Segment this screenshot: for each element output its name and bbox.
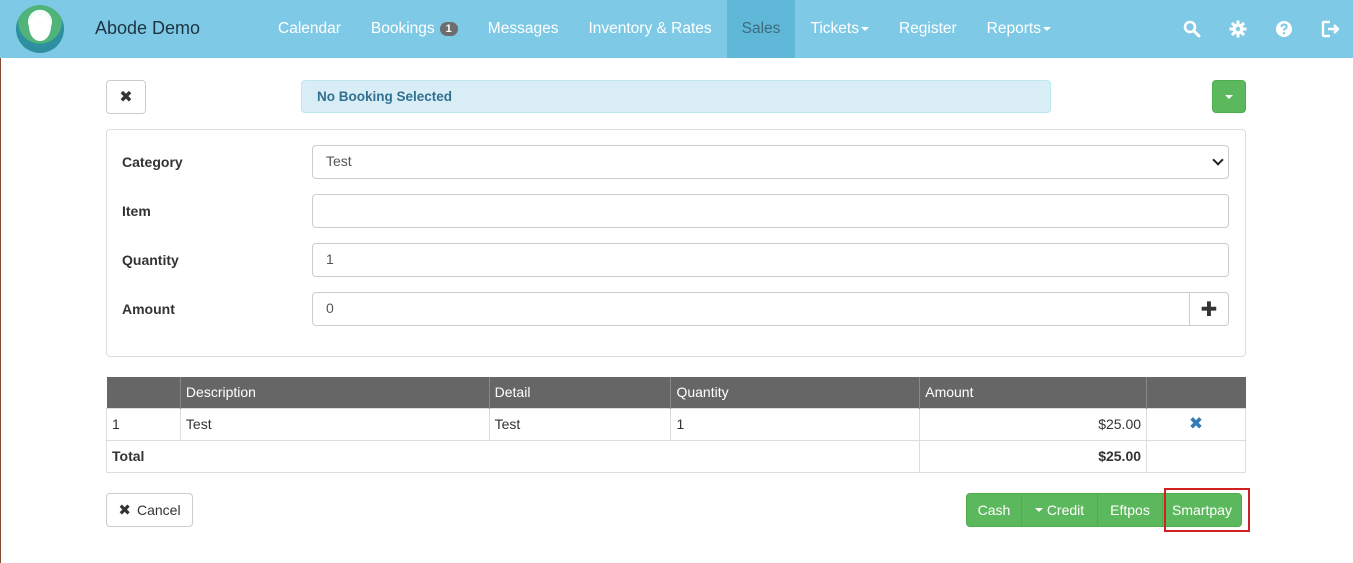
row-description: Test — [179, 407, 490, 441]
table-header-row: Description Detail Quantity Amount — [106, 377, 1246, 408]
caret-down-icon — [1034, 508, 1043, 512]
sale-items-table: Description Detail Quantity Amount 1 Tes… — [105, 377, 1246, 473]
total-empty-cell — [1146, 439, 1246, 473]
sale-item-form: Category Test Item Quantity 1 Amount 0 ✚ — [106, 129, 1246, 357]
caret-down-icon — [1042, 27, 1051, 31]
total-label: Total — [105, 439, 921, 473]
close-icon: ✖ — [119, 89, 133, 106]
close-icon: ✖ — [118, 502, 131, 519]
nav-register[interactable]: Register — [884, 0, 972, 58]
eftpos-label: Eftpos — [1110, 502, 1150, 518]
row-detail: Test — [488, 407, 672, 441]
nav-calendar[interactable]: Calendar — [263, 0, 356, 58]
col-header-actions — [1146, 377, 1246, 408]
remove-icon: ✖ — [1188, 414, 1204, 433]
caret-down-icon — [1225, 94, 1233, 99]
nav-bookings-label: Bookings — [370, 20, 435, 37]
quantity-value: 1 — [326, 251, 334, 267]
cash-button[interactable]: Cash — [966, 493, 1022, 527]
booking-status-alert: No Booking Selected — [301, 80, 1051, 113]
nav-tickets-label: Tickets — [810, 20, 859, 37]
item-label: Item — [122, 203, 151, 219]
nav-register-label: Register — [898, 20, 957, 37]
chevron-down-icon — [1212, 154, 1224, 166]
clear-booking-button[interactable]: ✖ — [106, 80, 146, 114]
main-nav: Calendar Bookings 1 Messages Inventory & … — [263, 0, 1066, 58]
add-item-button[interactable]: ✚ — [1189, 292, 1229, 326]
nav-calendar-label: Calendar — [278, 20, 341, 37]
credit-button[interactable]: Credit — [1021, 493, 1098, 527]
app-logo[interactable] — [16, 5, 64, 53]
nav-bookings[interactable]: Bookings 1 — [356, 0, 473, 58]
col-header-amount: Amount — [919, 377, 1148, 408]
nav-messages[interactable]: Messages — [473, 0, 574, 58]
nav-inventory-label: Inventory & Rates — [588, 20, 712, 37]
table-row: 1 Test Test 1 $25.00 ✖ — [106, 407, 1246, 441]
nav-inventory-rates[interactable]: Inventory & Rates — [573, 0, 726, 58]
col-header-detail: Detail — [489, 377, 672, 408]
gear-icon[interactable] — [1215, 0, 1261, 58]
nav-tickets[interactable]: Tickets — [795, 0, 884, 58]
payment-button-group: Cash Credit Eftpos Smartpay — [966, 493, 1242, 527]
smartpay-label: Smartpay — [1172, 502, 1232, 518]
quantity-label: Quantity — [122, 252, 179, 268]
nav-sales-label: Sales — [741, 20, 781, 37]
remove-row-button[interactable]: ✖ — [1146, 407, 1246, 441]
col-header-description: Description — [180, 377, 490, 408]
category-value: Test — [326, 153, 352, 169]
search-icon[interactable] — [1169, 0, 1215, 58]
credit-label: Credit — [1046, 502, 1085, 518]
amount-value: 0 — [326, 300, 334, 316]
total-amount: $25.00 — [919, 439, 1148, 473]
nav-reports-label: Reports — [986, 20, 1041, 37]
smartpay-button[interactable]: Smartpay — [1162, 493, 1242, 527]
nav-reports[interactable]: Reports — [972, 0, 1066, 58]
nav-sales[interactable]: Sales — [726, 0, 796, 58]
cancel-label: Cancel — [136, 502, 181, 518]
row-index: 1 — [106, 407, 181, 441]
total-row: Total $25.00 — [105, 439, 1246, 473]
left-border — [0, 58, 1, 563]
col-header-index — [106, 377, 181, 408]
category-select[interactable]: Test — [312, 145, 1229, 179]
nav-icon-group — [1169, 0, 1353, 58]
nav-messages-label: Messages — [487, 20, 559, 37]
logo-shield-icon — [29, 15, 51, 41]
plus-icon: ✚ — [1200, 298, 1218, 321]
bookings-count-badge: 1 — [439, 22, 458, 36]
logout-icon[interactable] — [1307, 0, 1353, 58]
cancel-button[interactable]: ✖ Cancel — [106, 493, 193, 527]
caret-down-icon — [860, 27, 869, 31]
eftpos-button[interactable]: Eftpos — [1097, 493, 1163, 527]
quantity-input[interactable]: 1 — [312, 243, 1229, 277]
booking-options-dropdown[interactable] — [1212, 80, 1246, 113]
item-input[interactable] — [312, 194, 1229, 228]
top-navbar: Abode Demo Calendar Bookings 1 Messages I… — [0, 0, 1353, 58]
cash-label: Cash — [977, 502, 1011, 518]
amount-label: Amount — [122, 301, 175, 317]
brand-name[interactable]: Abode Demo — [95, 18, 200, 39]
row-quantity: 1 — [670, 407, 921, 441]
col-header-quantity: Quantity — [670, 377, 921, 408]
row-amount: $25.00 — [919, 407, 1148, 441]
help-icon[interactable] — [1261, 0, 1307, 58]
amount-input[interactable]: 0 — [312, 292, 1190, 326]
category-label: Category — [122, 154, 183, 170]
